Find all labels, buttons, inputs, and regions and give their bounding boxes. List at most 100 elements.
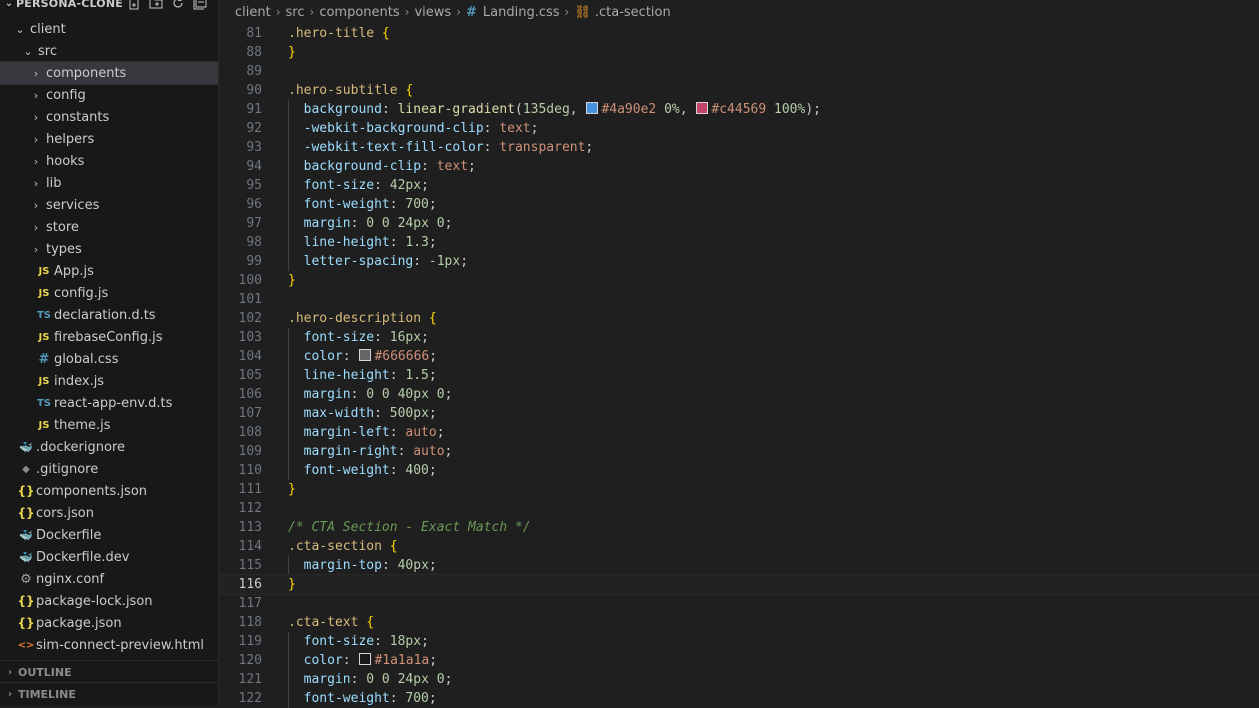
code-line[interactable]: 88} (219, 43, 1259, 62)
outline-section[interactable]: › OUTLINE (0, 660, 218, 683)
code-token: } (288, 577, 296, 592)
code-editor[interactable]: 81 .hero-title {88} 89 90 .hero-subtitle {91… (218, 24, 1259, 708)
tree-folder[interactable]: › components (0, 61, 218, 85)
color-swatch[interactable] (359, 653, 372, 665)
tree-file[interactable]: JS App.js (0, 260, 218, 282)
code-token: 700 (405, 691, 429, 706)
tree-folder[interactable]: › constants (0, 106, 218, 128)
indent-guide (288, 423, 289, 442)
breadcrumb-item[interactable]: views (414, 5, 451, 20)
code-token: margin-top (303, 558, 382, 573)
tree-folder[interactable]: › types (0, 238, 218, 260)
tree-folder[interactable]: › hooks (0, 150, 218, 172)
code-token: #c44569 (711, 102, 767, 117)
tree-file[interactable]: {} package-lock.json (0, 590, 218, 612)
line-number: 100 (238, 273, 262, 288)
color-swatch[interactable] (586, 102, 599, 114)
tree-file[interactable]: 🐳 Dockerfile (0, 524, 218, 546)
code-line[interactable]: 96 font-weight: 700; (219, 195, 1259, 214)
tree-folder[interactable]: › helpers (0, 128, 218, 150)
code-line[interactable]: 108 margin-left: auto; (219, 423, 1259, 442)
code-line[interactable]: 101 (219, 290, 1259, 309)
code-line[interactable]: 106 margin: 0 0 40px 0; (219, 385, 1259, 404)
code-line[interactable]: 104 color: #666666; (219, 347, 1259, 366)
tree-file[interactable]: JS index.js (0, 370, 218, 392)
timeline-section[interactable]: › TIMELINE (0, 682, 218, 705)
tree-file[interactable]: 🐳 Dockerfile.dev (0, 546, 218, 568)
collapse-all-icon[interactable] (192, 0, 208, 10)
tree-file[interactable]: JS theme.js (0, 414, 218, 436)
code-line[interactable]: 115 margin-top: 40px; (219, 556, 1259, 575)
code-line[interactable]: 122 font-weight: 700; (219, 689, 1259, 708)
code-line[interactable]: 107 max-width: 500px; (219, 404, 1259, 423)
tree-folder[interactable]: › lib (0, 172, 218, 194)
tree-folder[interactable]: ⌄ src (0, 40, 218, 62)
explorer-header[interactable]: ⌄ PERSONA-CLONE (0, 0, 218, 10)
breadcrumb-item[interactable]: client (235, 5, 271, 20)
code-line[interactable]: 117 (219, 594, 1259, 613)
code-line[interactable]: 112 (219, 499, 1259, 518)
breadcrumb-item[interactable]: Landing.css (483, 5, 560, 20)
breadcrumb-item[interactable]: src (286, 5, 305, 20)
new-file-icon[interactable] (126, 0, 142, 10)
breadcrumb-item[interactable]: .cta-section (595, 5, 671, 20)
code-line[interactable]: 81 .hero-title { (219, 24, 1259, 43)
chevron-down-icon[interactable]: ⌄ (2, 0, 16, 9)
color-swatch[interactable] (696, 102, 709, 114)
tree-file[interactable]: TS react-app-env.d.ts (0, 392, 218, 414)
code-line[interactable]: 97 margin: 0 0 24px 0; (219, 214, 1259, 233)
code-line[interactable]: 102 .hero-description { (219, 309, 1259, 328)
tree-folder[interactable]: ⌄ client (0, 18, 218, 40)
tree-folder[interactable]: › config (0, 84, 218, 106)
code-token: : (350, 672, 367, 687)
code-line[interactable]: 93 -webkit-text-fill-color: transparent; (219, 138, 1259, 157)
code-line[interactable]: 92 -webkit-background-clip: text; (219, 119, 1259, 138)
code-line[interactable]: 120 color: #1a1a1a; (219, 651, 1259, 670)
tree-file[interactable]: {} package.json (0, 612, 218, 634)
code-line[interactable]: 110 font-weight: 400; (219, 461, 1259, 480)
tree-item-label: Dockerfile (36, 527, 102, 543)
color-swatch[interactable] (359, 349, 372, 361)
code-line[interactable]: 116} (218, 574, 1259, 595)
tree-file[interactable]: 🐳 .dockerignore (0, 436, 218, 458)
code-line[interactable]: 100} (219, 271, 1259, 290)
tree-folder[interactable]: › store (0, 216, 218, 238)
code-line[interactable]: 103 font-size: 16px; (219, 328, 1259, 347)
tree-file[interactable]: JS firebaseConfig.js (0, 326, 218, 348)
code-line[interactable]: 121 margin: 0 0 24px 0; (219, 670, 1259, 689)
line-number: 90 (246, 83, 262, 98)
line-content: -webkit-background-clip: text; (288, 119, 538, 138)
js-file-icon: JS (38, 419, 50, 431)
code-token: 1.5 (405, 368, 429, 383)
code-line[interactable]: 89 (219, 62, 1259, 81)
tree-file[interactable]: {} components.json (0, 480, 218, 502)
refresh-icon[interactable] (170, 0, 186, 10)
code-line[interactable]: 109 margin-right: auto; (219, 442, 1259, 461)
tree-file[interactable]: # global.css (0, 348, 218, 370)
code-line[interactable]: 98 line-height: 1.3; (219, 233, 1259, 252)
code-line[interactable]: 113 /* CTA Section - Exact Match */ (219, 518, 1259, 537)
tree-folder[interactable]: › services (0, 194, 218, 216)
code-line[interactable]: 111} (219, 480, 1259, 499)
outline-label: OUTLINE (18, 665, 72, 679)
code-line[interactable]: 90 .hero-subtitle { (219, 81, 1259, 100)
new-folder-icon[interactable] (148, 0, 164, 10)
tree-file[interactable]: ◆ .gitignore (0, 458, 218, 480)
tree-file[interactable]: <> sim-connect-preview.html (0, 634, 218, 656)
line-number: 95 (246, 178, 262, 193)
code-token: text (499, 121, 531, 136)
code-line[interactable]: 91 background: linear-gradient(135deg, #… (219, 100, 1259, 119)
code-line[interactable]: 99 letter-spacing: -1px; (219, 252, 1259, 271)
code-line[interactable]: 105 line-height: 1.5; (219, 366, 1259, 385)
code-token: .hero-description (288, 311, 422, 326)
breadcrumb-item[interactable]: components (319, 5, 399, 20)
code-line[interactable]: 94 background-clip: text; (219, 157, 1259, 176)
code-line[interactable]: 95 font-size: 42px; (219, 176, 1259, 195)
tree-file[interactable]: JS config.js (0, 282, 218, 304)
tree-file[interactable]: {} cors.json (0, 502, 218, 524)
code-line[interactable]: 114 .cta-section { (219, 537, 1259, 556)
code-line[interactable]: 118 .cta-text { (219, 613, 1259, 632)
code-line[interactable]: 119 font-size: 18px; (219, 632, 1259, 651)
tree-file[interactable]: TS declaration.d.ts (0, 304, 218, 326)
tree-file[interactable]: ⚙ nginx.conf (0, 568, 218, 590)
